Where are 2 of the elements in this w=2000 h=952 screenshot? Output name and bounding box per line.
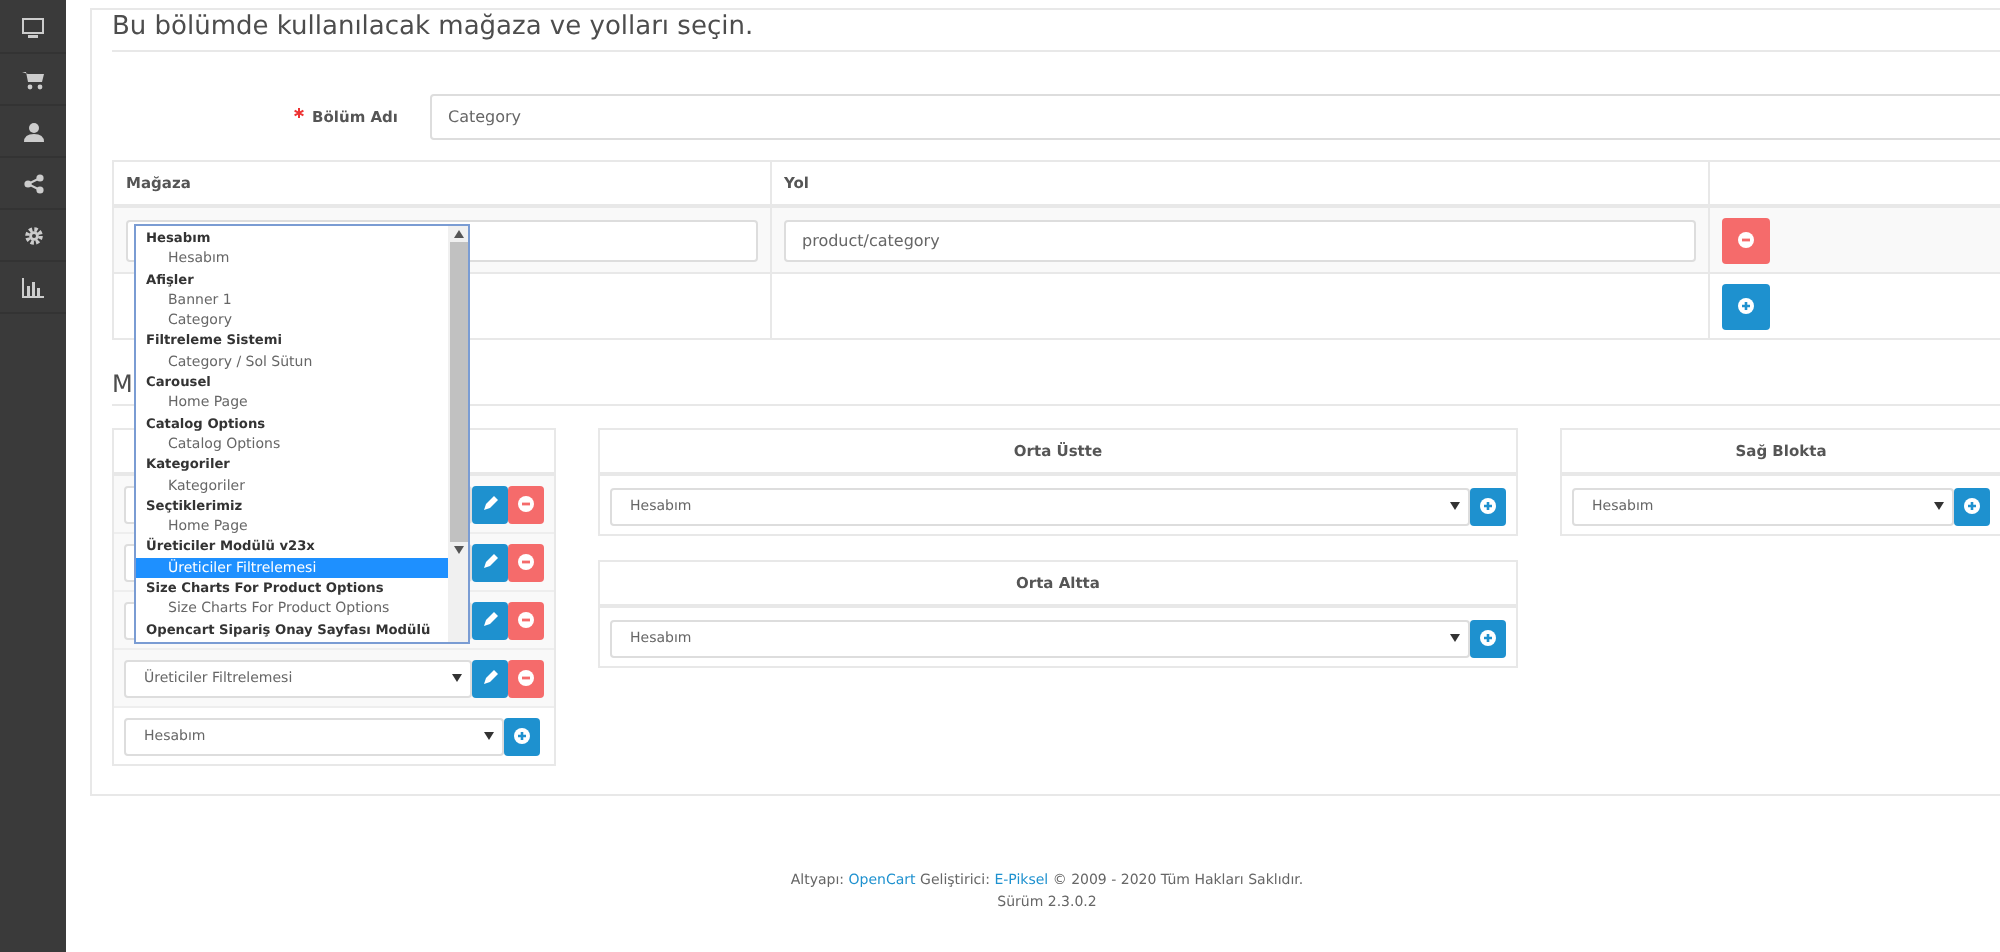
section-heading: Bu bölümde kullanılacak mağaza ve yolları seçin.: [112, 10, 2000, 52]
section-heading: M: [112, 370, 133, 398]
